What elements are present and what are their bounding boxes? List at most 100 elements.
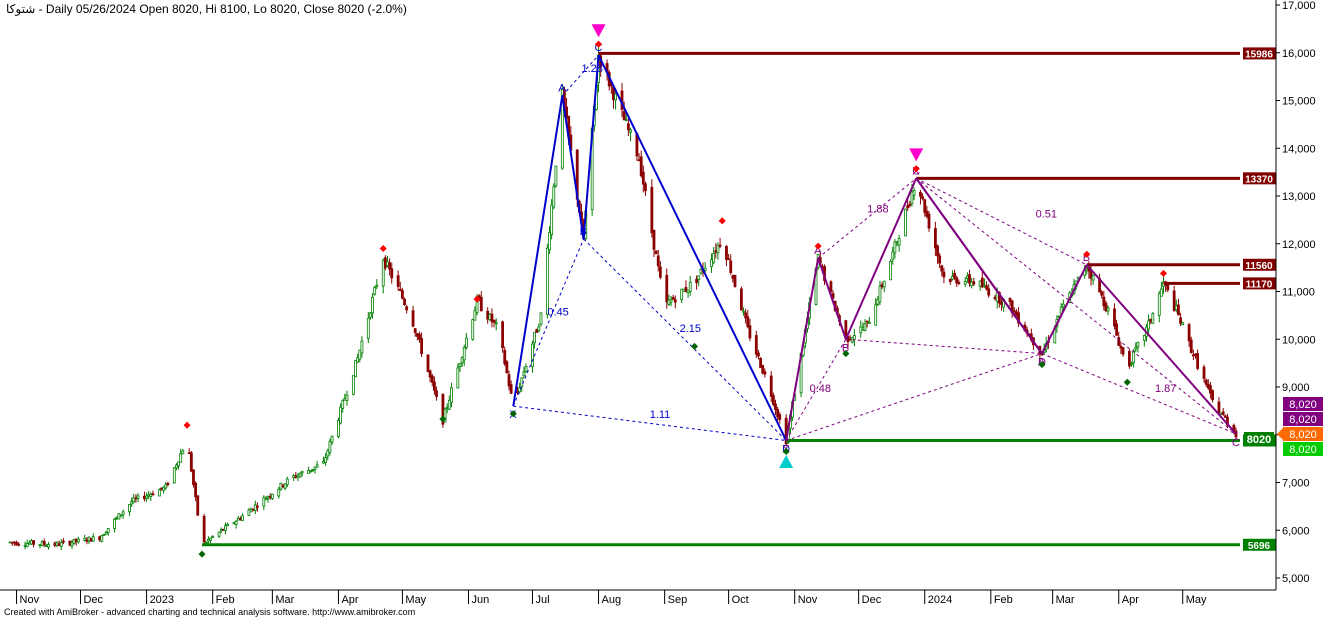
x-tick-label: Nov: [798, 594, 818, 606]
candle-body: [980, 277, 984, 288]
candle-body: [1089, 270, 1093, 279]
candle-body: [550, 204, 554, 235]
candle-body: [1204, 379, 1208, 385]
candle-body: [253, 504, 257, 511]
candle-body: [162, 486, 166, 491]
candle-body: [863, 323, 867, 331]
candle-body: [509, 384, 513, 394]
pattern-1-leg: [512, 95, 564, 407]
candle-body: [712, 253, 716, 263]
pattern-3-ratio-label: 0.51: [1036, 208, 1057, 220]
candle-body: [300, 471, 304, 474]
candle-body: [268, 496, 272, 498]
candle-body: [554, 165, 558, 187]
price-badge-label: 8,020: [1289, 414, 1317, 426]
candle-body: [1119, 345, 1123, 349]
price-badge-label: 8,020: [1289, 444, 1317, 456]
swing-low-marker: [690, 342, 699, 350]
candle-body: [121, 511, 125, 516]
candle-body: [891, 251, 895, 260]
candle-body: [426, 354, 430, 372]
candle-body: [83, 537, 87, 541]
candle-body: [53, 542, 57, 546]
candle-body: [270, 493, 274, 499]
candle-body: [249, 508, 253, 513]
candle-body: [505, 361, 509, 374]
candle-body: [98, 536, 102, 541]
pattern-3-ratio-label: 1.87: [1155, 383, 1176, 395]
candle-body: [1012, 310, 1016, 313]
candle-body: [919, 191, 922, 197]
candle-body: [55, 542, 59, 546]
candle-body: [626, 123, 630, 131]
candle-body: [106, 527, 110, 534]
pattern-2-leg: [817, 257, 847, 340]
candle-body: [172, 467, 176, 484]
candle-body: [298, 473, 302, 478]
candle-body: [1206, 383, 1210, 389]
candle-body: [413, 328, 417, 333]
candle-body: [923, 199, 927, 213]
candle-body: [432, 381, 436, 391]
candle-body: [951, 275, 954, 280]
candle-body: [531, 343, 534, 367]
candle-body: [878, 285, 882, 303]
candle-body: [494, 322, 498, 325]
price-badge-label: 8,020: [1289, 399, 1317, 411]
candle-body: [486, 310, 490, 320]
candle-body: [85, 539, 89, 542]
pattern-2-span: [785, 353, 1043, 441]
x-tick-label: Dec: [862, 594, 882, 606]
candle-body: [324, 457, 328, 463]
candle-body: [727, 258, 730, 261]
candle-body: [938, 255, 942, 264]
candle-body: [247, 509, 251, 516]
candle-body: [160, 487, 163, 490]
candle-body: [1202, 366, 1206, 379]
candle-body: [1102, 296, 1106, 307]
candle-body: [978, 280, 982, 287]
candle-body: [15, 542, 18, 546]
candle-body: [861, 327, 865, 331]
candle-body: [381, 260, 385, 287]
candle-body: [166, 482, 170, 485]
candle-body: [1191, 354, 1195, 357]
candle-body: [328, 441, 332, 453]
pattern-1-leg: [561, 95, 585, 240]
candle-body: [739, 288, 743, 311]
candle-body: [420, 338, 423, 354]
candle-body: [729, 260, 733, 273]
y-tick-label: 5,000: [1282, 573, 1310, 585]
sell-signal-triangle: [909, 148, 924, 162]
candle-body: [277, 488, 281, 497]
candle-body: [985, 285, 988, 290]
pattern-3-point-label: C: [1232, 437, 1240, 449]
candle-body: [1128, 351, 1131, 367]
candle-body: [351, 375, 355, 395]
candle-body: [194, 482, 198, 498]
swing-low-marker: [1123, 378, 1131, 386]
candle-body: [874, 304, 878, 326]
candle-body: [942, 271, 946, 278]
candle-body: [189, 452, 193, 472]
candle-body: [415, 333, 419, 337]
candle-body: [535, 329, 539, 333]
candle-body: [639, 156, 643, 177]
candle-body: [68, 541, 72, 546]
harmonic-patterns: XABCD0.451.282.151.11XABCD0.481.88XABC0.…: [509, 42, 1240, 455]
candle-body: [38, 544, 42, 546]
candle-body: [149, 493, 153, 497]
candle-body: [1061, 303, 1065, 308]
price-badge-label: 8,020: [1289, 429, 1317, 441]
pattern-1-ratio-label: 2.15: [680, 323, 701, 335]
candle-body: [1091, 275, 1095, 281]
candle-body: [217, 531, 221, 537]
x-tick-label: Sep: [668, 594, 688, 606]
candle-body: [893, 241, 897, 254]
price-badge-label: 8020: [1247, 434, 1271, 446]
candle-body: [460, 357, 464, 364]
candle-body: [695, 278, 699, 284]
candle-body: [59, 542, 63, 547]
candle-body: [1196, 353, 1200, 369]
candle-body: [157, 489, 161, 497]
